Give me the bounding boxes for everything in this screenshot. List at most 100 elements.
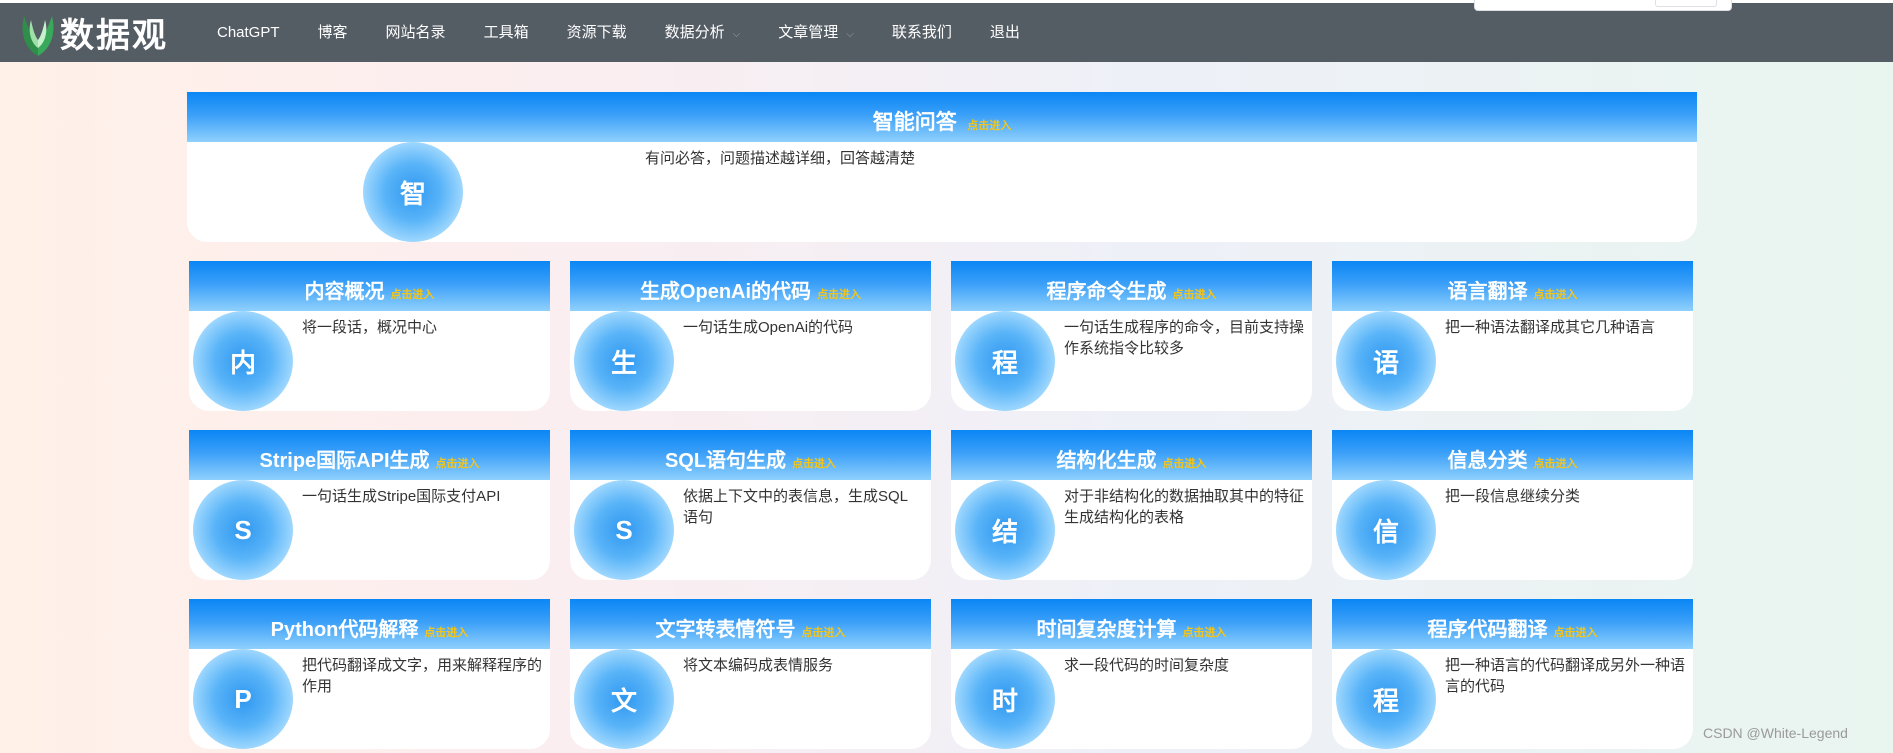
tool-card-avatar: 信 [1336, 480, 1436, 580]
tool-card-header: 结构化生成 点击进入 [951, 430, 1312, 480]
search-button[interactable] [1655, 0, 1717, 7]
tool-card-title: 时间复杂度计算 [1036, 619, 1177, 641]
wings-logo-icon [22, 15, 54, 56]
nav-item-3[interactable]: 工具箱 [465, 3, 548, 62]
brand-name: 数据观 [60, 16, 168, 56]
top-navbar: 数据观 ChatGPT 博客 网站名录 工具箱 资源下载 数据分析 ⌵ 文章管理 ⌵ 联系我们 退出 [0, 3, 1893, 62]
main-nav: ChatGPT 博客 网站名录 工具箱 资源下载 数据分析 ⌵ 文章管理 ⌵ 联系我们 退出 [198, 3, 1039, 62]
nav-item-label: 网站名录 [385, 24, 446, 41]
tool-card-header: 生成OpenAi的代码 点击进入 [570, 261, 931, 311]
enter-link[interactable]: 点击进入 [391, 289, 435, 301]
nav-item-0[interactable]: ChatGPT [198, 3, 299, 62]
tool-card-title: SQL语句生成 [664, 450, 787, 472]
enter-link[interactable]: 点击进入 [424, 627, 468, 639]
nav-item-label: 联系我们 [891, 24, 952, 41]
tool-card-desc: 一句话生成Stripe国际支付API [302, 488, 501, 505]
nav-item-label: 数据分析 [664, 24, 725, 41]
featured-enter-link[interactable]: 点击进入 [967, 120, 1011, 132]
enter-link[interactable]: 点击进入 [1534, 289, 1578, 301]
tool-card-title: 生成OpenAi的代码 [639, 281, 812, 303]
featured-card-desc: 有问必答，问题描述越详细，回答越清楚 [645, 150, 916, 167]
enter-link[interactable]: 点击进入 [1183, 627, 1227, 639]
tool-card-title: 文字转表情符号 [655, 619, 796, 641]
tool-card-desc: 将一段话，概况中心 [302, 319, 438, 336]
tool-card[interactable]: 生成OpenAi的代码 点击进入生一句话生成OpenAi的代码 [570, 261, 931, 411]
nav-item-label: 文章管理 [778, 24, 839, 41]
nav-item-2[interactable]: 网站名录 [367, 3, 465, 62]
nav-item-label: 资源下载 [566, 24, 627, 41]
tool-card-avatar: 程 [1336, 649, 1436, 749]
nav-item-6[interactable]: 文章管理 ⌵ [759, 3, 873, 62]
tool-card[interactable]: 文字转表情符号 点击进入文将文本编码成表情服务 [570, 599, 931, 749]
tool-card-title: 语言翻译 [1447, 281, 1528, 303]
nav-item-1[interactable]: 博客 [299, 3, 367, 62]
nav-item-8[interactable]: 退出 [971, 3, 1039, 62]
nav-item-label: 工具箱 [483, 24, 529, 41]
tool-card-title: 内容概况 [304, 281, 385, 303]
tool-card-header: 时间复杂度计算 点击进入 [951, 599, 1312, 649]
nav-item-4[interactable]: 资源下载 [548, 3, 646, 62]
tool-card-avatar: 程 [955, 311, 1055, 411]
chevron-down-icon: ⌵ [732, 29, 741, 40]
tool-card-header: 程序命令生成 点击进入 [951, 261, 1312, 311]
tool-card[interactable]: 语言翻译 点击进入语把一种语法翻译成其它几种语言 [1332, 261, 1693, 411]
enter-link[interactable]: 点击进入 [802, 627, 846, 639]
tool-card[interactable]: 内容概况 点击进入内将一段话，概况中心 [189, 261, 550, 411]
nav-item-label: 博客 [317, 24, 348, 41]
tool-card-header: SQL语句生成 点击进入 [570, 430, 931, 480]
tool-card[interactable]: SQL语句生成 点击进入 S 依据上下文中的表信息，生成SQL语句 [570, 430, 931, 580]
enter-link[interactable]: 点击进入 [792, 458, 836, 470]
featured-card-title: 智能问答 [872, 111, 957, 134]
tool-card-title: Python代码解释 [270, 619, 419, 641]
tool-card[interactable]: 信息分类 点击进入信把一段信息继续分类 [1332, 430, 1693, 580]
featured-card[interactable]: 智能问答 点击进入 智 有问必答，问题描述越详细，回答越清楚 [187, 92, 1697, 242]
brand-logo[interactable]: 数据观 [18, 3, 178, 62]
enter-link[interactable]: 点击进入 [1554, 627, 1598, 639]
nav-item-5[interactable]: 数据分析 ⌵ [646, 3, 760, 62]
tool-card-desc: 把一种语言的代码翻译成另外一种语言的代码 [1445, 657, 1686, 695]
tool-card-title: 程序代码翻译 [1427, 619, 1548, 641]
enter-link[interactable]: 点击进入 [1173, 289, 1217, 301]
enter-link[interactable]: 点击进入 [817, 289, 861, 301]
search-box[interactable] [1474, 0, 1732, 11]
tool-card[interactable]: 时间复杂度计算 点击进入时求一段代码的时间复杂度 [951, 599, 1312, 749]
tool-card-desc: 一句话生成OpenAi的代码 [683, 319, 854, 336]
tool-card-desc: 求一段代码的时间复杂度 [1064, 657, 1230, 674]
tool-card-header: Python代码解释 点击进入 [189, 599, 550, 649]
tool-card[interactable]: Stripe国际API生成 点击进入 S 一句话生成Stripe国际支付API [189, 430, 550, 580]
nav-item-7[interactable]: 联系我们 [873, 3, 971, 62]
tool-card-desc: 把代码翻译成文字，用来解释程序的作用 [302, 657, 543, 695]
tool-card-header: 程序代码翻译 点击进入 [1332, 599, 1693, 649]
tool-card-avatar: 时 [955, 649, 1055, 749]
tool-card-header: Stripe国际API生成 点击进入 [189, 430, 550, 480]
tool-card-avatar: 内 [193, 311, 293, 411]
tool-card-header: 文字转表情符号 点击进入 [570, 599, 931, 649]
tool-card[interactable]: 程序代码翻译 点击进入程把一种语言的代码翻译成另外一种语言的代码 [1332, 599, 1693, 749]
tool-card-avatar: S [574, 480, 674, 580]
tool-card-avatar: 生 [574, 311, 674, 411]
chevron-down-icon: ⌵ [846, 29, 854, 40]
tool-card-avatar: S [193, 480, 293, 580]
tool-card[interactable]: 结构化生成 点击进入结对于非结构化的数据抽取其中的特征生成结构化的表格 [951, 430, 1312, 580]
tool-card-avatar: P [193, 649, 293, 749]
tool-card-avatar: 结 [955, 480, 1055, 580]
nav-item-label: 退出 [989, 24, 1020, 41]
tool-card-avatar: 文 [574, 649, 674, 749]
tool-card-title: Stripe国际API生成 [259, 450, 430, 472]
tool-card-avatar: 语 [1336, 311, 1436, 411]
enter-link[interactable]: 点击进入 [1163, 458, 1207, 470]
tool-card-desc: 将文本编码成表情服务 [683, 657, 834, 674]
watermark: CSDN @White-Legend [1703, 725, 1848, 741]
tool-card-desc: 把一种语法翻译成其它几种语言 [1445, 319, 1656, 336]
featured-card-avatar: 智 [363, 142, 463, 242]
tool-card[interactable]: Python代码解释 点击进入 P 把代码翻译成文字，用来解释程序的作用 [189, 599, 550, 749]
tool-card-title: 程序命令生成 [1046, 281, 1167, 303]
tool-card-desc: 一句话生成程序的命令，目前支持操作系统指令比较多 [1064, 319, 1305, 357]
enter-link[interactable]: 点击进入 [1534, 458, 1578, 470]
tool-card-header: 语言翻译 点击进入 [1332, 261, 1693, 311]
tool-card-title: 信息分类 [1447, 450, 1528, 472]
tool-card-title: 结构化生成 [1056, 450, 1157, 472]
enter-link[interactable]: 点击进入 [436, 458, 480, 470]
tool-card-desc: 依据上下文中的表信息，生成SQL语句 [683, 488, 909, 526]
tool-card[interactable]: 程序命令生成 点击进入程一句话生成程序的命令，目前支持操作系统指令比较多 [951, 261, 1312, 411]
